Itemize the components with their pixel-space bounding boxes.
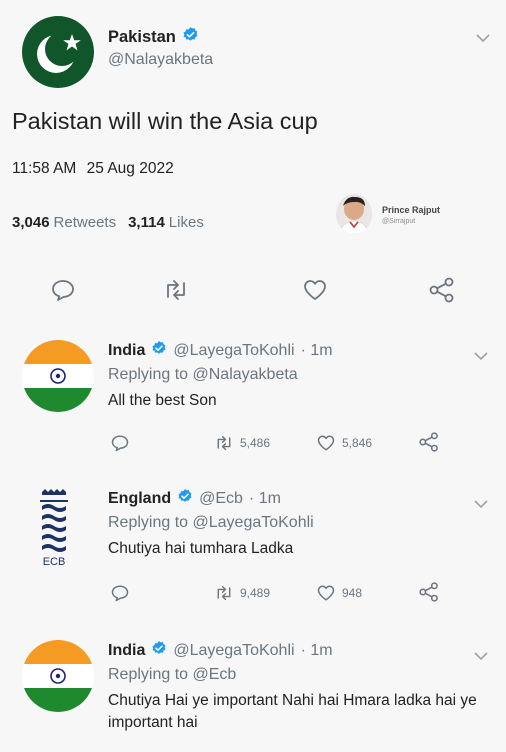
share-button[interactable] [418,432,440,452]
replying-to: Replying to @LayegaToKohli [108,514,314,532]
reply-author-name[interactable]: India [108,642,145,660]
share-icon [419,582,438,602]
reply-author-handle[interactable]: @LayegaToKohli [173,342,294,360]
retweet-icon [217,435,231,451]
reply-author-row: India @LayegaToKohli · 1m [108,340,333,361]
reply-author-row: England @Ecb · 1m [108,488,281,509]
reply-icon [52,280,74,301]
chevron-down-icon[interactable] [476,30,490,43]
author-handle[interactable]: @Nalayakbeta [108,51,213,69]
tweet-date: 25 Aug 2022 [86,160,174,177]
likes-label: Likes [168,214,204,231]
watermark-avatar [336,194,372,234]
replying-prefix: Replying to [108,514,189,531]
reply-button[interactable] [50,278,76,302]
like-button[interactable]: 948 [316,584,362,602]
likes-stat[interactable]: 3,114 Likes [128,214,204,231]
verified-badge-icon [182,26,199,48]
replying-to: Replying to @Ecb [108,666,236,684]
like-count: 948 [342,586,363,600]
watermark-handle: @Sirrajput [382,218,416,225]
retweets-label: Retweets [53,214,117,231]
share-button[interactable] [418,582,440,602]
india-flag-avatar[interactable] [22,340,94,412]
india-flag-avatar[interactable] [22,640,94,712]
share-icon [419,432,438,452]
chevron-down-icon[interactable] [474,496,488,509]
retweet-count: 5,486 [240,436,271,450]
svg-text:ECB: ECB [43,556,66,568]
retweet-icon [167,280,185,300]
author-name[interactable]: Pakistan [108,28,176,47]
like-count: 5,846 [342,436,373,450]
watermark: Prince Rajput @Sirrajput [336,194,456,242]
share-icon [429,277,454,303]
share-button[interactable] [428,277,456,303]
retweets-stat[interactable]: 3,046 Retweets [12,214,116,231]
replying-prefix: Replying to [108,666,189,683]
verified-badge-icon [151,640,167,661]
like-button[interactable]: 5,846 [316,434,372,452]
reply-text: Chutiya Hai ye important Nahi hai Hmara … [108,692,477,731]
main-tweet: Pakistan @Nalayakbeta Pakistan will win … [0,0,506,318]
tweet-time: 11:58 AM [12,160,77,177]
heart-icon [317,435,335,451]
replying-to-handle[interactable]: @LayegaToKohli [193,514,314,531]
replying-prefix: Replying to [108,366,189,383]
watermark-name: Prince Rajput [382,205,441,215]
retweet-button[interactable]: 5,486 [214,435,270,451]
reply-button[interactable] [110,584,130,602]
replying-to: Replying to @Nalayakbeta [108,366,298,384]
reply-icon [111,585,129,602]
replying-to-handle[interactable]: @Ecb [193,666,237,683]
reply-author-handle[interactable]: @LayegaToKohli [173,642,294,660]
reply-icon [111,435,129,452]
reply-tweet: ECB England @Ecb · 1m Replying to @Layeg… [0,488,506,623]
replying-to-handle[interactable]: @Nalayakbeta [193,366,298,383]
retweet-icon [217,585,231,601]
reply-tweet: India @LayegaToKohli · 1m Replying to @N… [0,340,506,475]
reply-text: Chutiya hai tumhara Ladka [108,540,294,557]
retweet-count: 9,489 [240,586,271,600]
reply-author-name[interactable]: England [108,490,171,508]
reply-time: · 1m [248,489,281,507]
author-row: Pakistan [108,26,199,48]
tweet-text: Pakistan will win the Asia cup [12,108,318,134]
england-cricket-logo[interactable]: ECB [34,488,74,568]
tweet-timestamp[interactable]: 11:58 AM 25 Aug 2022 [12,160,174,178]
tweet-stats: 3,046 Retweets 3,114 Likes [12,214,204,231]
reply-author-row: India @LayegaToKohli · 1m [108,640,333,661]
retweet-button[interactable]: 9,489 [214,585,270,601]
retweets-count: 3,046 [12,214,50,231]
reply-time: · 1m [300,341,333,359]
heart-icon [317,585,335,601]
verified-badge-icon [177,488,193,509]
likes-count: 3,114 [128,214,165,231]
like-button[interactable] [302,278,328,302]
verified-badge-icon [151,340,167,361]
reply-author-name[interactable]: India [108,342,145,360]
reply-time: · 1m [300,641,333,659]
chevron-down-icon[interactable] [474,348,488,361]
retweet-button[interactable] [162,279,190,301]
reply-text: All the best Son [108,392,217,409]
pakistan-flag-avatar[interactable] [22,16,94,88]
heart-icon [304,280,326,300]
chevron-down-icon[interactable] [474,648,488,661]
reply-author-handle[interactable]: @Ecb [199,490,243,508]
reply-button[interactable] [110,434,130,452]
reply-tweet: India @LayegaToKohli · 1m Replying to @E… [0,640,506,752]
